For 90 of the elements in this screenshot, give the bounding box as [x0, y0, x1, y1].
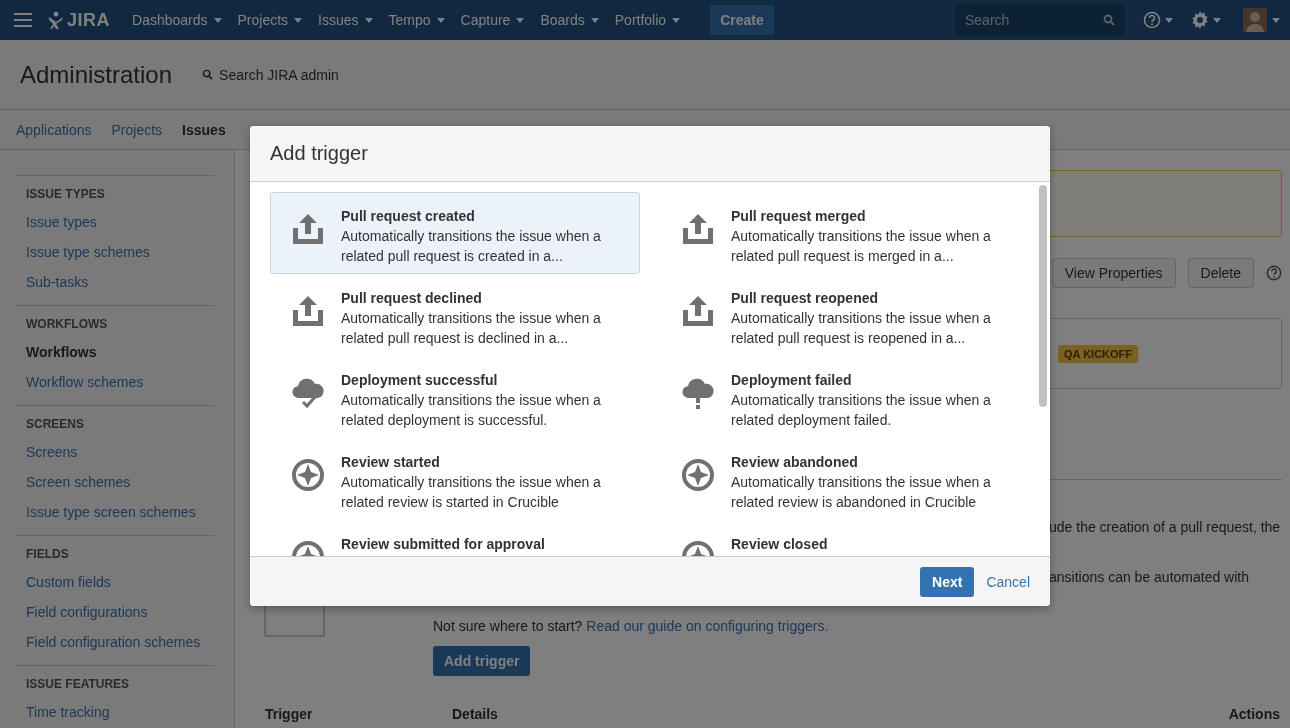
trigger-description: Automatically transitions the issue when a related pull request is merged in a... [731, 227, 992, 266]
nav-menu[interactable]: Tempo [380, 12, 453, 28]
upload-icon [681, 294, 715, 328]
trigger-title: Pull request declined [341, 289, 483, 308]
search-icon [1103, 14, 1115, 26]
nav-menu[interactable]: Issues [310, 12, 381, 28]
trigger-title: Review started [341, 453, 441, 472]
caret-icon [1213, 17, 1221, 23]
search-icon [202, 69, 214, 80]
trigger-title: Pull request merged [731, 207, 867, 226]
trigger-title: Pull request reopened [731, 289, 880, 308]
trigger-description: Automatically transitions the issue when a related pull request is declined in a... [341, 309, 602, 348]
logo-icon [48, 11, 64, 29]
caret-icon [590, 17, 599, 23]
trigger-description: Automatically transitions the issue when a related review is abandoned in Crucible [731, 473, 992, 512]
trigger-description: Automatically transitions the issue when a related deployment failed. [731, 391, 992, 430]
sidebar-link[interactable]: Workflow schemes [26, 374, 144, 390]
column-header: Details [452, 706, 498, 722]
description-text: ude the creation of a pull request, the [1049, 518, 1282, 536]
help-text: Not sure where to start? Read our guide on configuring triggers. [433, 618, 830, 634]
trigger-description: Automatically transitions the issue when a related pull request is reopened in a... [731, 309, 992, 348]
nav-menu[interactable]: Projects [229, 12, 311, 28]
column-header: Trigger [265, 706, 314, 722]
next-button[interactable]: Next [920, 566, 975, 597]
admin-search-link[interactable]: Search JIRA admin [202, 66, 339, 83]
admin-tab[interactable]: Issues [182, 121, 226, 138]
review-icon [291, 458, 325, 492]
description-text: ansitions can be automated with [1049, 568, 1250, 586]
sidebar-heading: ISSUE TYPES [26, 187, 106, 201]
caret-icon [1165, 17, 1173, 23]
sidebar-link[interactable]: Workflows [26, 344, 97, 360]
sidebar-link[interactable]: Issue types [26, 214, 97, 230]
cloud-check-icon [291, 376, 325, 410]
upload-icon [291, 212, 325, 246]
page-title: Administration [20, 60, 173, 89]
trigger-description: Automatically transitions the issue when a related review is started in Crucible [341, 473, 602, 512]
sidebar-link[interactable]: Issue type screen schemes [26, 504, 196, 520]
guide-link[interactable]: Read our guide on configuring triggers. [586, 618, 829, 634]
menu-icon[interactable] [14, 13, 32, 27]
column-header: Actions [1228, 706, 1280, 722]
sidebar-link[interactable]: Field configuration schemes [26, 634, 201, 650]
add-trigger-button[interactable]: Add trigger [433, 646, 531, 676]
caret-icon [436, 17, 445, 23]
caret-icon [1272, 17, 1280, 23]
caret-icon [294, 17, 303, 23]
trigger-title: Pull request created [341, 207, 476, 226]
settings-icon[interactable] [1191, 11, 1209, 29]
sidebar-link[interactable]: Screens [26, 444, 78, 460]
toolbar-button[interactable]: View Properties [1051, 258, 1176, 288]
review-icon [681, 458, 715, 492]
toolbar-button[interactable]: Delete [1187, 258, 1254, 288]
sidebar-heading: FIELDS [26, 547, 70, 561]
trigger-title: Review submitted for approval [341, 535, 545, 554]
dialog-title: Add trigger [270, 142, 368, 165]
sidebar-link[interactable]: Time tracking [26, 704, 110, 720]
create-button[interactable]: Create [710, 5, 774, 35]
sidebar-link[interactable]: Field configurations [26, 604, 148, 620]
caret-icon [213, 17, 222, 23]
sidebar-heading: WORKFLOWS [26, 317, 109, 331]
sidebar-link[interactable]: Screen schemes [26, 474, 131, 490]
trigger-title: Deployment successful [341, 371, 499, 390]
admin-tab[interactable]: Projects [111, 121, 163, 138]
search-field[interactable]: Search [955, 5, 1125, 35]
upload-icon [291, 294, 325, 328]
sidebar-heading: ISSUE FEATURES [26, 677, 131, 691]
caret-icon [364, 17, 373, 23]
caret-icon [672, 17, 681, 23]
trigger-description: Automatically transitions the issue when a related pull request is created in a... [341, 227, 602, 266]
nav-menu[interactable]: Dashboards [124, 12, 230, 28]
nav-menu[interactable]: Capture [452, 12, 533, 28]
caret-icon [516, 17, 525, 23]
cancel-button[interactable]: Cancel [986, 573, 1030, 590]
trigger-option[interactable]: Pull request created Automatically transitions the issue when a related pull request is created in a... [270, 192, 640, 274]
trigger-title: Review abandoned [731, 453, 859, 472]
trigger-title: Review closed [731, 535, 828, 554]
upload-icon [681, 212, 715, 246]
help-icon[interactable] [1266, 265, 1282, 281]
sidebar-link[interactable]: Issue type schemes [26, 244, 150, 260]
logo-text[interactable]: JIRA [67, 9, 110, 31]
trigger-description: Automatically transitions the issue when a related deployment is successful. [341, 391, 602, 430]
sidebar-heading: SCREENS [26, 417, 85, 431]
scrollbar[interactable] [1039, 185, 1047, 407]
sidebar-link[interactable]: Custom fields [26, 574, 111, 590]
nav-menu[interactable]: Boards [532, 12, 607, 28]
status-lozenge: QA KICKOFF [1058, 344, 1139, 363]
trigger-title: Deployment failed [731, 371, 853, 390]
sidebar-link[interactable]: Sub-tasks [26, 274, 89, 290]
cloud-alert-icon [681, 376, 715, 410]
admin-tab[interactable]: Applications [16, 121, 92, 138]
nav-menu[interactable]: Portfolio [606, 12, 689, 28]
